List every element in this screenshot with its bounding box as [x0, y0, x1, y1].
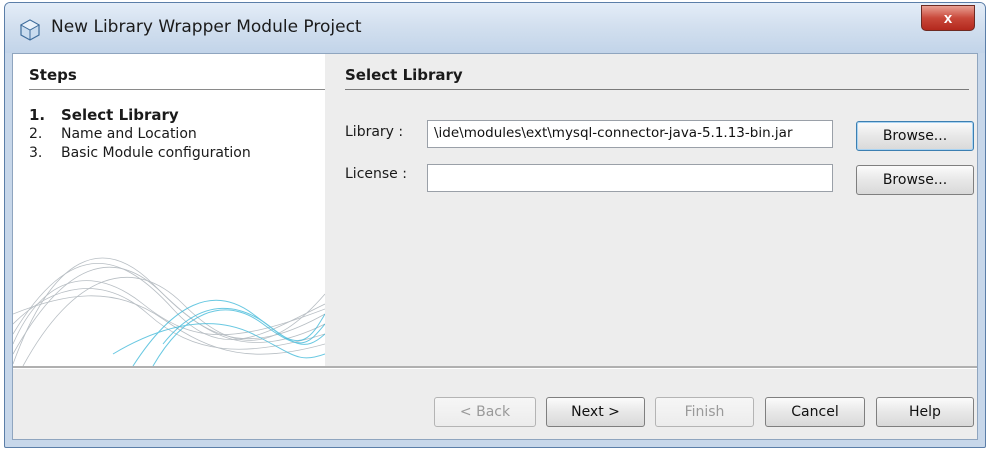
steps-panel: Steps 1. Select Library 2. Name and Locati…	[13, 54, 325, 366]
netbeans-cube-icon	[19, 19, 41, 41]
step-name-and-location: 2. Name and Location	[29, 126, 197, 142]
step-label: Basic Module configuration	[61, 145, 251, 161]
step-basic-module-configuration: 3. Basic Module configuration	[29, 145, 251, 161]
wave-decoration-image	[13, 257, 325, 366]
window-title: New Library Wrapper Module Project	[51, 17, 362, 37]
library-label: Library :	[345, 124, 404, 140]
dialog-window: New Library Wrapper Module Project x Ste…	[4, 2, 986, 448]
step-number: 3.	[29, 145, 43, 161]
back-button[interactable]: < Back	[434, 397, 536, 427]
content-divider	[345, 89, 969, 90]
step-label: Name and Location	[61, 126, 197, 142]
license-browse-button[interactable]: Browse...	[856, 165, 974, 195]
dialog-client-area: Steps 1. Select Library 2. Name and Locati…	[12, 53, 978, 440]
steps-divider	[29, 89, 325, 90]
cancel-button[interactable]: Cancel	[765, 397, 865, 427]
next-button[interactable]: Next >	[546, 397, 645, 427]
footer-separator	[13, 366, 977, 369]
license-path-field[interactable]	[427, 164, 833, 192]
close-icon: x	[943, 9, 953, 27]
step-select-library: 1. Select Library	[29, 106, 179, 124]
steps-heading: Steps	[29, 66, 77, 84]
help-button[interactable]: Help	[876, 397, 974, 427]
title-bar[interactable]: New Library Wrapper Module Project x	[5, 3, 985, 53]
step-number: 2.	[29, 126, 43, 142]
step-number: 1.	[29, 106, 46, 124]
library-path-field[interactable]: \ide\modules\ext\mysql-connector-java-5.…	[427, 120, 833, 148]
license-label: License :	[345, 166, 407, 182]
library-browse-button[interactable]: Browse...	[856, 121, 974, 151]
close-button[interactable]: x	[921, 5, 975, 31]
finish-button[interactable]: Finish	[655, 397, 754, 427]
content-heading: Select Library	[345, 66, 463, 84]
step-label: Select Library	[61, 106, 179, 124]
